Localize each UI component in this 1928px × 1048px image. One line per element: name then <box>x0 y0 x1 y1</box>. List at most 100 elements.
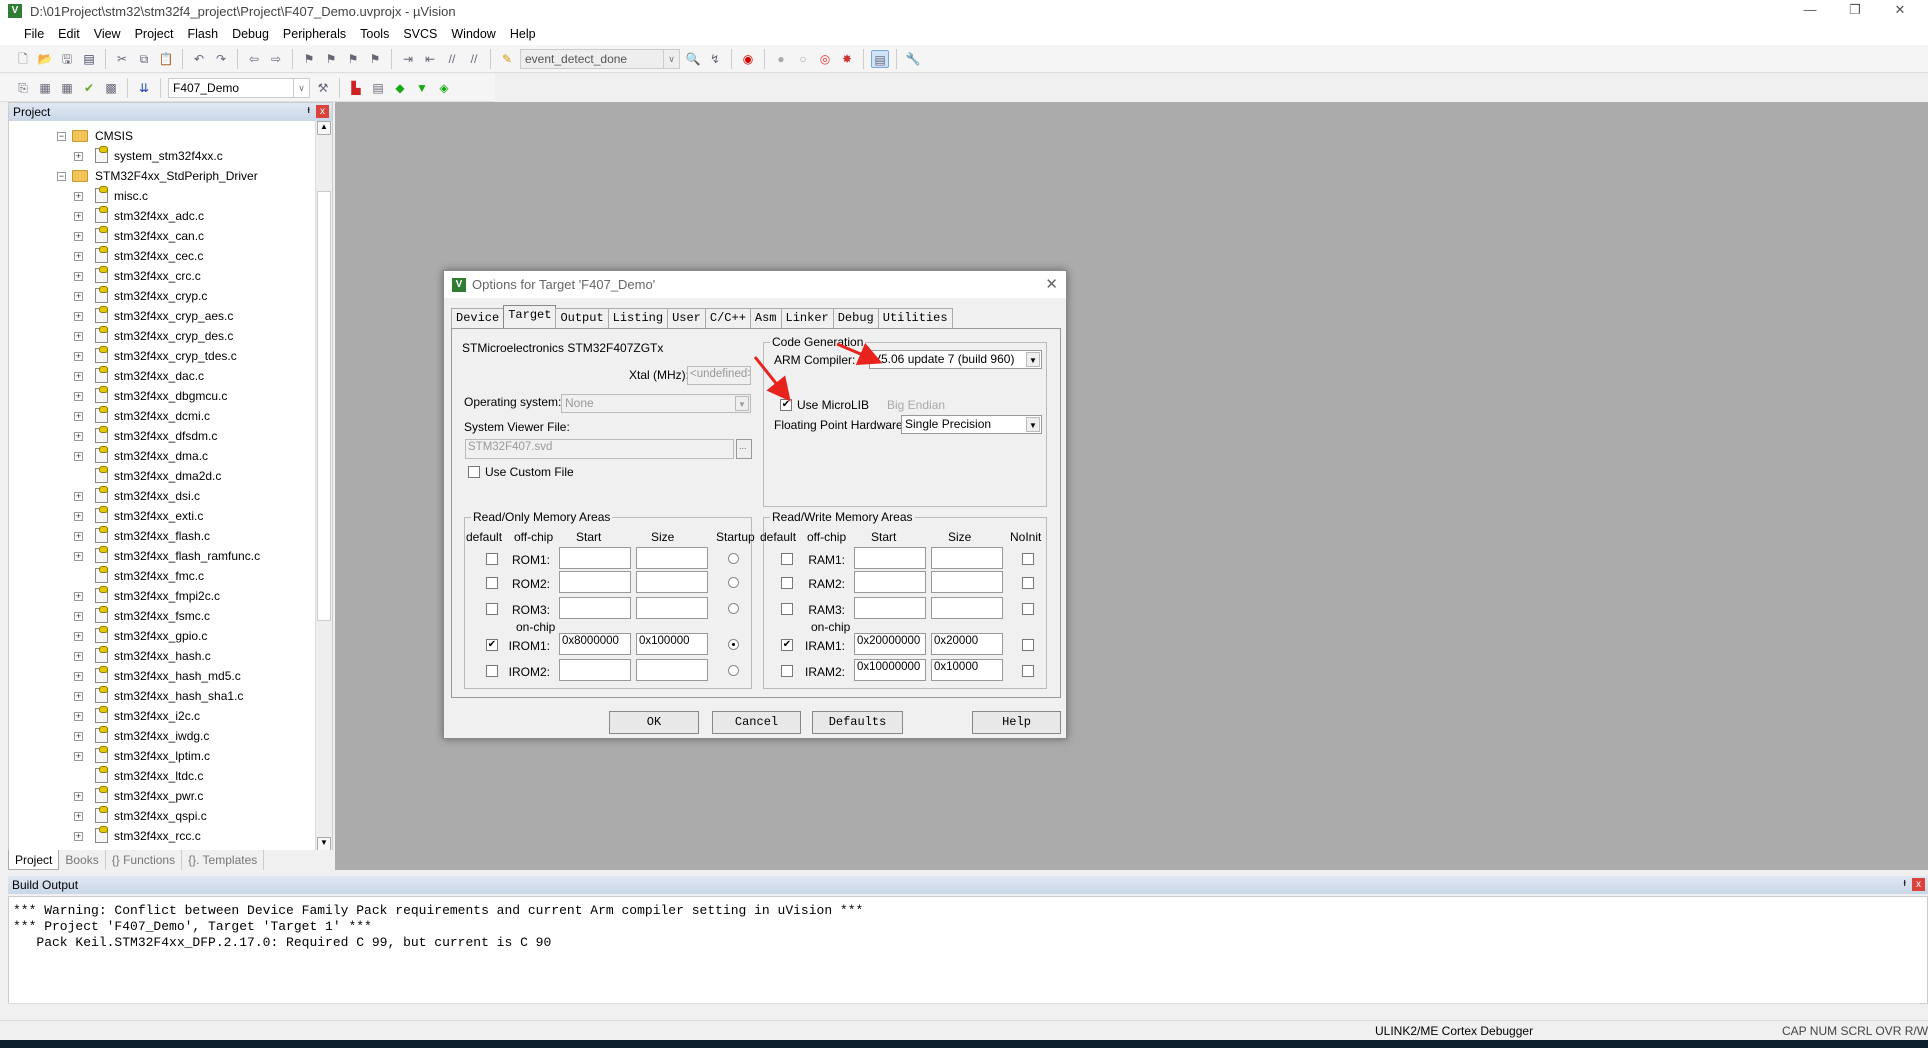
target-options-icon[interactable]: ⚒ <box>314 79 332 97</box>
pin-icon[interactable]: ᵻ <box>308 104 310 116</box>
tree-file[interactable]: + stm32f4xx_crc.c <box>9 266 309 286</box>
tree-file[interactable]: + stm32f4xx_hash_sha1.c <box>9 686 309 706</box>
bookmark-next-icon[interactable]: ⚑ <box>344 50 362 68</box>
tree-file[interactable]: + stm32f4xx_qspi.c <box>9 806 309 826</box>
tree-file[interactable]: + stm32f4xx_dsi.c <box>9 486 309 506</box>
menu-help[interactable]: Help <box>503 23 543 45</box>
expand-icon[interactable]: + <box>74 432 83 441</box>
cut-icon[interactable]: ✂ <box>113 50 131 68</box>
expand-icon[interactable]: + <box>74 792 83 801</box>
paste-icon[interactable]: 📋 <box>157 50 175 68</box>
tree-file[interactable]: + stm32f4xx_cec.c <box>9 246 309 266</box>
tree-scrollbar[interactable]: ▲ ▼ <box>315 121 332 851</box>
expand-icon[interactable]: + <box>74 552 83 561</box>
expand-icon[interactable]: + <box>74 512 83 521</box>
tree-file[interactable]: + stm32f4xx_cryp.c <box>9 286 309 306</box>
file-extensions-icon[interactable]: ▙ <box>347 79 365 97</box>
redo-icon[interactable]: ↷ <box>212 50 230 68</box>
tree-file[interactable]: + stm32f4xx_rcc.c <box>9 826 309 846</box>
expand-icon[interactable]: + <box>74 692 83 701</box>
expand-icon[interactable]: + <box>74 152 83 161</box>
expand-icon[interactable]: + <box>74 392 83 401</box>
build-icon[interactable]: ▦ <box>36 79 54 97</box>
tree-file[interactable]: + stm32f4xx_adc.c <box>9 206 309 226</box>
uncomment-icon[interactable]: // <box>465 50 483 68</box>
collapse-icon[interactable]: − <box>57 172 66 181</box>
menu-project[interactable]: Project <box>128 23 181 45</box>
expand-icon[interactable]: + <box>74 332 83 341</box>
expand-icon[interactable]: + <box>74 492 83 501</box>
find-in-files-icon[interactable]: ✎ <box>498 50 516 68</box>
indent-icon[interactable]: ⇥ <box>399 50 417 68</box>
tree-file[interactable]: + stm32f4xx_iwdg.c <box>9 726 309 746</box>
chevron-down-icon[interactable]: ∨ <box>663 49 679 68</box>
tree-file[interactable]: stm32f4xx_dma2d.c <box>9 466 309 486</box>
manage-project-icon[interactable]: ▤ <box>369 79 387 97</box>
build-output-hscrollbar[interactable] <box>8 1003 1920 1018</box>
expand-icon[interactable]: + <box>74 832 83 841</box>
debug-session-icon[interactable]: ◉ <box>739 50 757 68</box>
stop-build-icon[interactable]: ▩ <box>102 79 120 97</box>
menu-svcs[interactable]: SVCS <box>396 23 444 45</box>
undo-icon[interactable]: ↶ <box>190 50 208 68</box>
bookmark-icon[interactable]: ⚑ <box>300 50 318 68</box>
find-icon[interactable]: 🔍 <box>684 50 702 68</box>
menu-flash[interactable]: Flash <box>180 23 225 45</box>
expand-icon[interactable]: + <box>74 452 83 461</box>
rebuild-icon[interactable]: ▦ <box>58 79 76 97</box>
scroll-up-icon[interactable]: ▲ <box>317 121 331 135</box>
incremental-find-icon[interactable]: ↯ <box>706 50 724 68</box>
tree-file[interactable]: + stm32f4xx_dfsdm.c <box>9 426 309 446</box>
configure-wrench-icon[interactable]: 🔧 <box>904 50 922 68</box>
tree-folder[interactable]: − CMSIS <box>9 126 309 146</box>
translate-icon[interactable]: ⎘ <box>14 79 32 97</box>
close-icon[interactable]: x <box>316 105 329 118</box>
scroll-down-icon[interactable]: ▼ <box>317 837 331 851</box>
expand-icon[interactable]: + <box>74 812 83 821</box>
expand-icon[interactable]: + <box>74 272 83 281</box>
build-output-panel[interactable]: *** Warning: Conflict between Device Fam… <box>8 896 1928 1004</box>
save-icon[interactable]: 🖫 <box>58 50 76 68</box>
tree-file[interactable]: + stm32f4xx_exti.c <box>9 506 309 526</box>
close-window-button[interactable]: ✕ <box>1880 2 1920 20</box>
scrollbar-thumb[interactable] <box>317 191 331 621</box>
unindent-icon[interactable]: ⇤ <box>421 50 439 68</box>
pack-installer-icon[interactable]: ◆ <box>391 79 409 97</box>
tree-file[interactable]: + stm32f4xx_dbgmcu.c <box>9 386 309 406</box>
window-layout-icon[interactable]: ▤ <box>871 49 889 68</box>
collapse-icon[interactable]: − <box>57 132 66 141</box>
expand-icon[interactable]: + <box>74 312 83 321</box>
expand-icon[interactable]: + <box>74 652 83 661</box>
new-file-icon[interactable]: 🗋 <box>14 50 32 68</box>
nav-back-icon[interactable]: ⇦ <box>245 50 263 68</box>
menu-edit[interactable]: Edit <box>51 23 87 45</box>
tree-folder[interactable]: − STM32F4xx_StdPeriph_Driver <box>9 166 309 186</box>
download-load-icon[interactable]: ⇊ <box>135 79 153 97</box>
tree-file[interactable]: + stm32f4xx_lptim.c <box>9 746 309 766</box>
breakpoint-kill-icon[interactable]: ✸ <box>838 50 856 68</box>
menu-tools[interactable]: Tools <box>353 23 396 45</box>
tree-file[interactable]: + stm32f4xx_i2c.c <box>9 706 309 726</box>
breakpoint-clear-icon[interactable]: ◎ <box>816 50 834 68</box>
save-all-icon[interactable]: ▤ <box>80 50 98 68</box>
nav-forward-icon[interactable]: ⇨ <box>267 50 285 68</box>
tree-file[interactable]: + misc.c <box>9 186 309 206</box>
tree-file[interactable]: + stm32f4xx_flash_ramfunc.c <box>9 546 309 566</box>
select-packs-icon[interactable]: ▼ <box>413 79 431 97</box>
panel-tab-3[interactable]: {}. Templates <box>182 850 265 870</box>
expand-icon[interactable]: + <box>74 412 83 421</box>
expand-icon[interactable]: + <box>74 672 83 681</box>
minimize-button[interactable]: — <box>1790 2 1830 20</box>
panel-tab-1[interactable]: Books <box>59 850 106 870</box>
expand-icon[interactable]: + <box>74 232 83 241</box>
menu-debug[interactable]: Debug <box>225 23 276 45</box>
panel-tab-2[interactable]: {} Functions <box>106 850 183 870</box>
expand-icon[interactable]: + <box>74 252 83 261</box>
expand-icon[interactable]: + <box>74 192 83 201</box>
find-combo[interactable]: event_detect_done ∨ <box>520 48 680 69</box>
expand-icon[interactable]: + <box>74 752 83 761</box>
tree-file[interactable]: + stm32f4xx_fmpi2c.c <box>9 586 309 606</box>
tree-file[interactable]: + stm32f4xx_dac.c <box>9 366 309 386</box>
pin-icon[interactable]: ᵻ <box>1904 877 1906 889</box>
tree-file[interactable]: + stm32f4xx_cryp_des.c <box>9 326 309 346</box>
